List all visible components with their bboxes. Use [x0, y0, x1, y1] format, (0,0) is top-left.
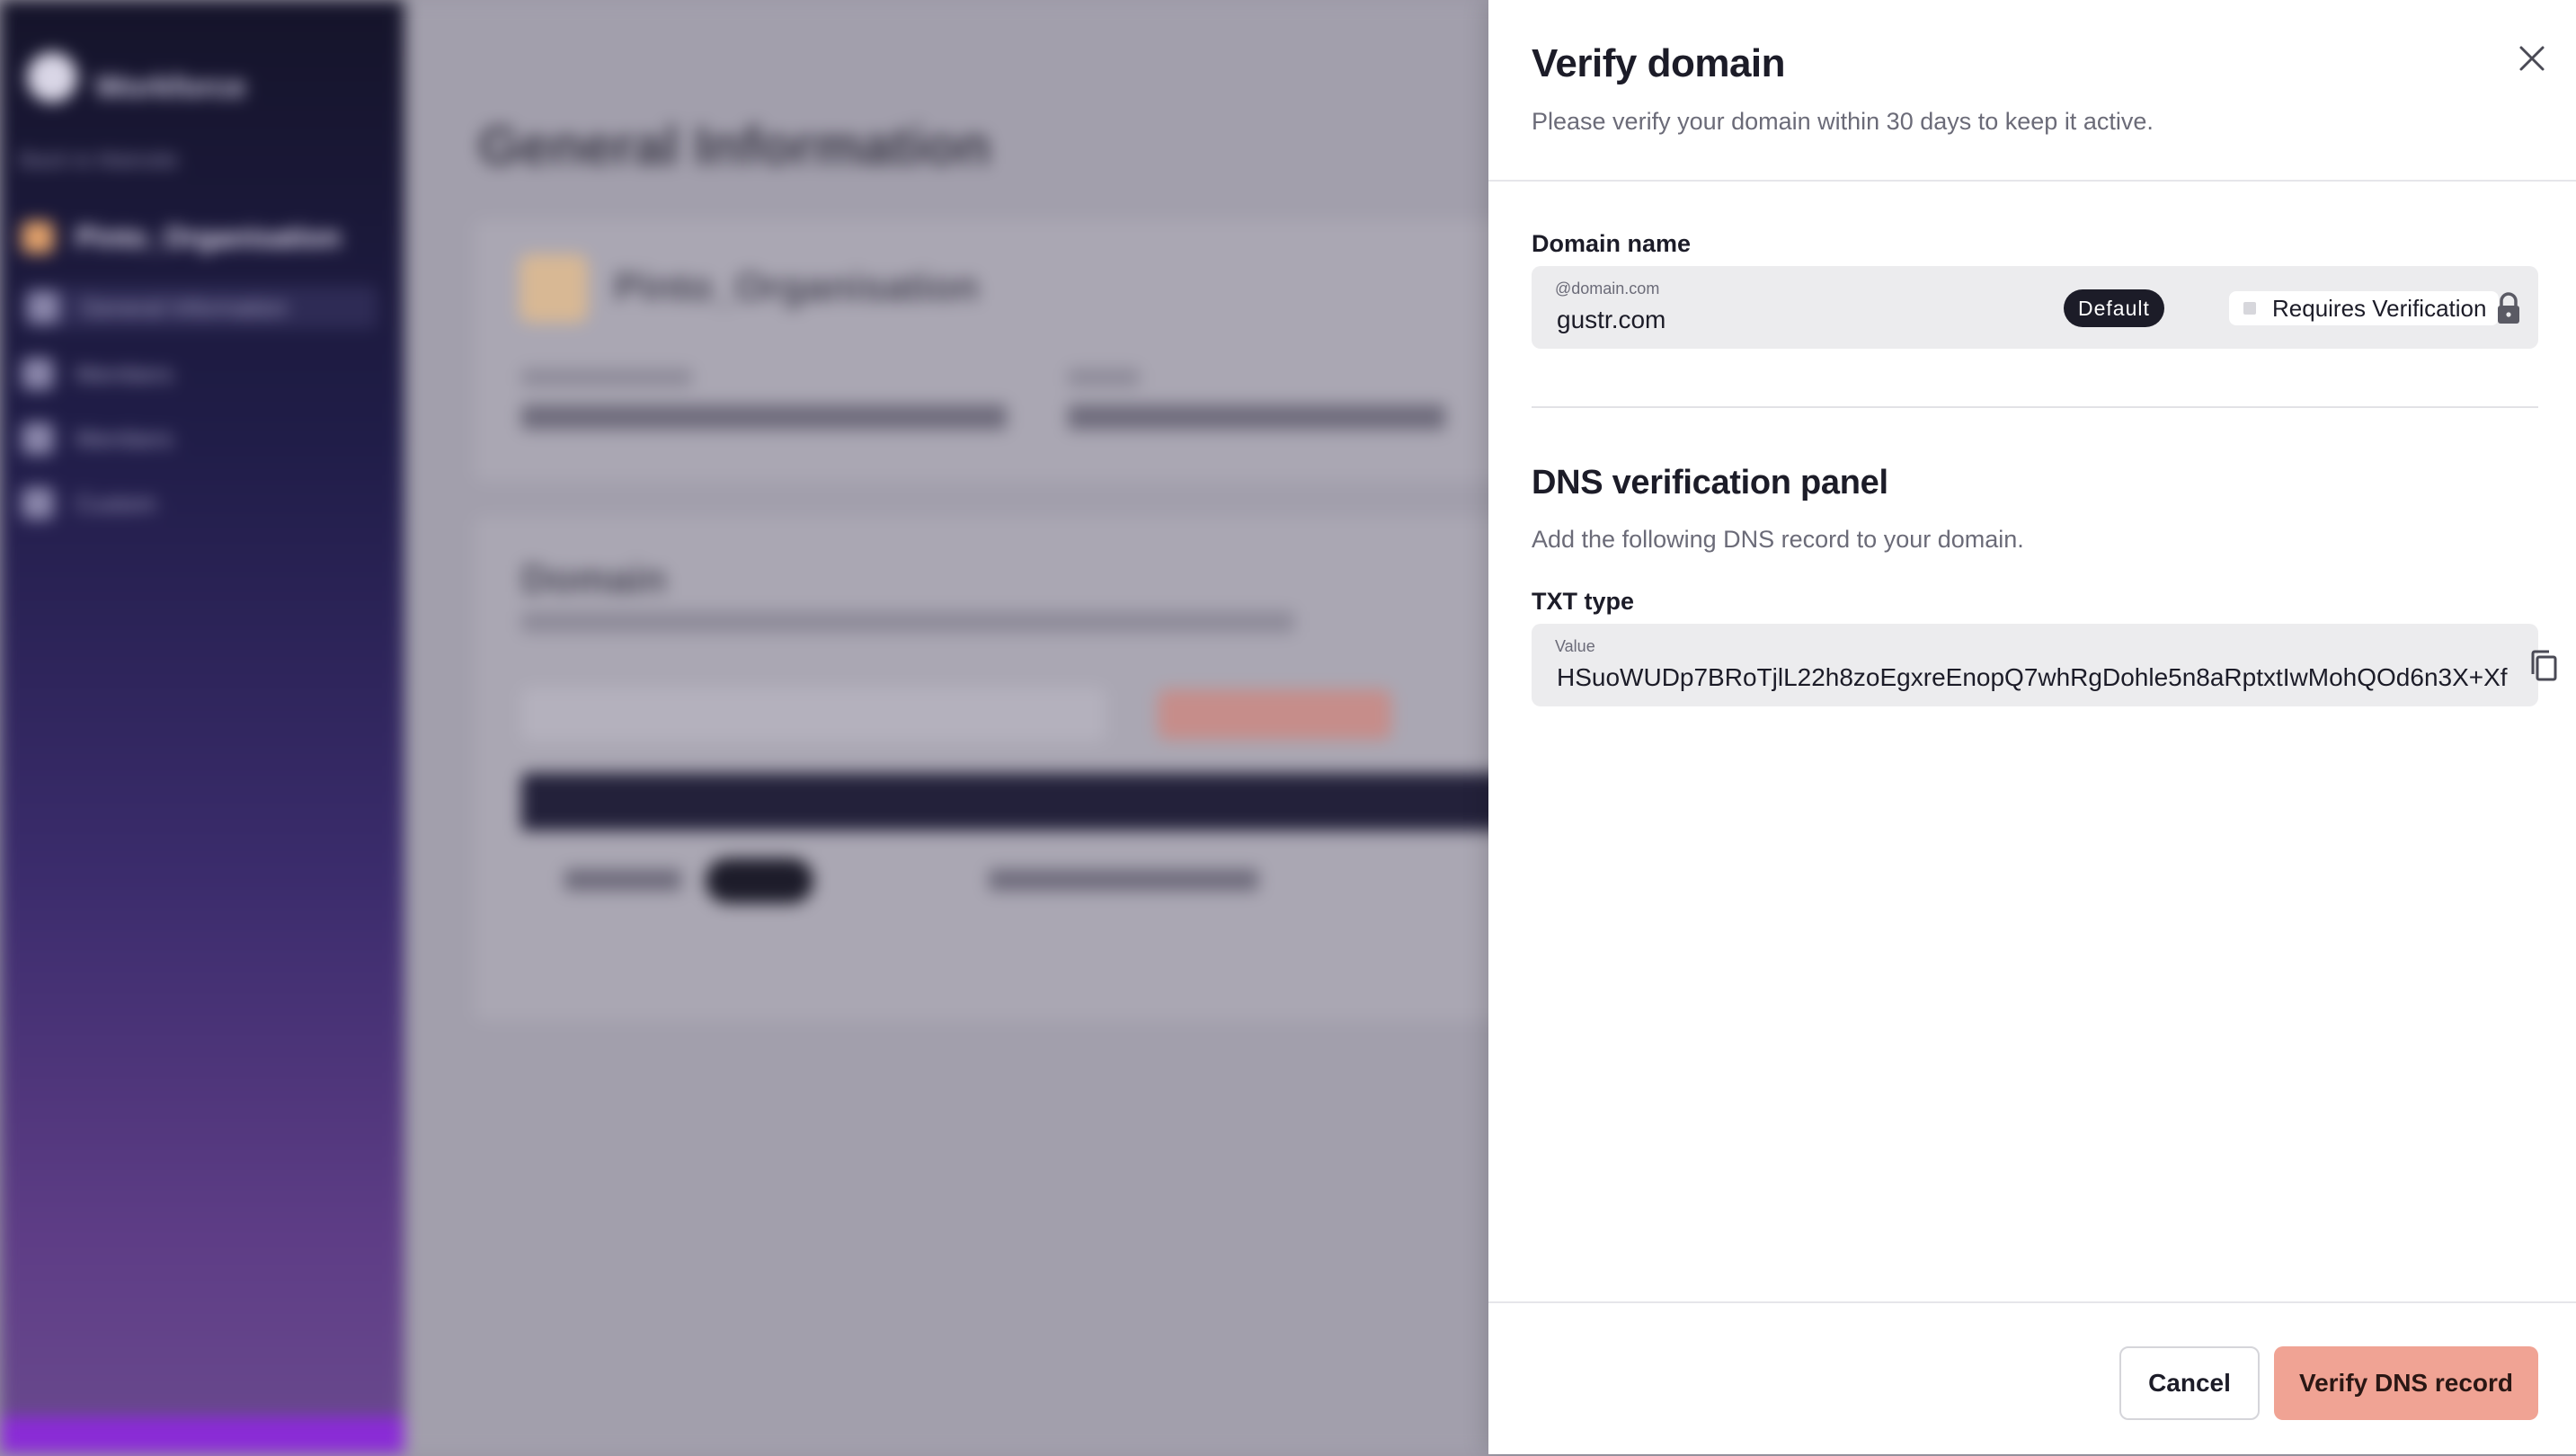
domain-card-subtitle [521, 611, 1294, 633]
drawer-subtitle: Please verify your domain within 30 days… [1532, 108, 2154, 135]
org-card-avatar [520, 254, 588, 323]
status-indicator-icon [2243, 302, 2256, 315]
txt-value-label: Value [1555, 637, 1595, 655]
sidebar-org-name: Pinto_Organisation [76, 220, 342, 253]
domain-name-label: Domain name [1532, 230, 1692, 257]
status-badge-label: Requires Verification [2272, 294, 2487, 322]
page-title: General Information [478, 116, 991, 176]
drawer-title: Verify domain [1532, 41, 1786, 85]
sidebar-item-label: General Information [81, 293, 288, 321]
verify-dns-record-button[interactable]: Verify DNS record [2274, 1346, 2538, 1420]
verify-domain-drawer: Verify domain Please verify your domain … [1488, 0, 2576, 1454]
default-pill [706, 858, 813, 903]
domain-card-title: Domain [521, 557, 667, 601]
sidebar-item-members: Members [22, 352, 173, 395]
default-badge: Default [2064, 289, 2164, 327]
sidebar-item-icon [22, 358, 54, 390]
section-divider [1532, 406, 2538, 408]
org-id-value [521, 404, 1007, 430]
dns-panel-subtitle: Add the following DNS record to your dom… [1532, 526, 2024, 553]
org-id-label [521, 368, 692, 386]
txt-type-label: TXT type [1532, 588, 1635, 615]
txt-value[interactable]: HSuoWUDp7BRoTjlL22h8zoEgxreEnopQ7whRgDoh… [1557, 663, 2508, 692]
status-badge: Requires Verification [2229, 291, 2500, 325]
drawer-header: Verify domain Please verify your domain … [1488, 0, 2576, 182]
lock-icon [2498, 292, 2519, 324]
org-card-name: Pinto_Organisation [614, 265, 979, 309]
domain-name-field: @domain.com gustr.com Default Requires V… [1532, 266, 2538, 349]
sidebar: Workforce Back to Mainsite Pinto_Organis… [0, 0, 404, 1454]
domain-field-placeholder: @domain.com [1555, 280, 1660, 297]
drawer-footer: Cancel Verify DNS record [1488, 1301, 2576, 1456]
sidebar-item-custom: Custom [22, 482, 156, 525]
cancel-button[interactable]: Cancel [2119, 1346, 2260, 1420]
back-link: Back to Mainsite [20, 148, 179, 173]
table-cell [564, 869, 681, 891]
sidebar-item-general-information: General Information [22, 286, 378, 329]
copy-icon[interactable] [2527, 649, 2560, 683]
sidebar-item-label: Members [76, 360, 173, 387]
sidebar-item-icon [22, 422, 54, 455]
add-domain-button [1158, 689, 1391, 740]
logo-text: Workforce [95, 70, 246, 104]
sidebar-item-members-2: Members [22, 417, 173, 460]
logo-icon [27, 52, 77, 102]
close-icon [2519, 46, 2545, 71]
sidebar-item-icon [22, 487, 54, 519]
domain-field-value: gustr.com [1557, 306, 1666, 333]
sidebar-item-label: Custom [76, 489, 156, 517]
owner-value [1068, 404, 1445, 430]
org-avatar [22, 221, 54, 253]
domain-search-input [521, 688, 1106, 741]
close-button[interactable] [2508, 34, 2556, 83]
table-cell [989, 869, 1258, 891]
sidebar-item-label: Members [76, 424, 173, 452]
txt-value-field[interactable]: Value HSuoWUDp7BRoTjlL22h8zoEgxreEnopQ7w… [1532, 624, 2557, 706]
dns-panel-title: DNS verification panel [1532, 464, 1888, 502]
sidebar-org: Pinto_Organisation [22, 216, 341, 259]
sidebar-footer-bar [0, 1416, 404, 1454]
owner-label [1068, 368, 1140, 386]
sidebar-item-icon [27, 291, 59, 324]
